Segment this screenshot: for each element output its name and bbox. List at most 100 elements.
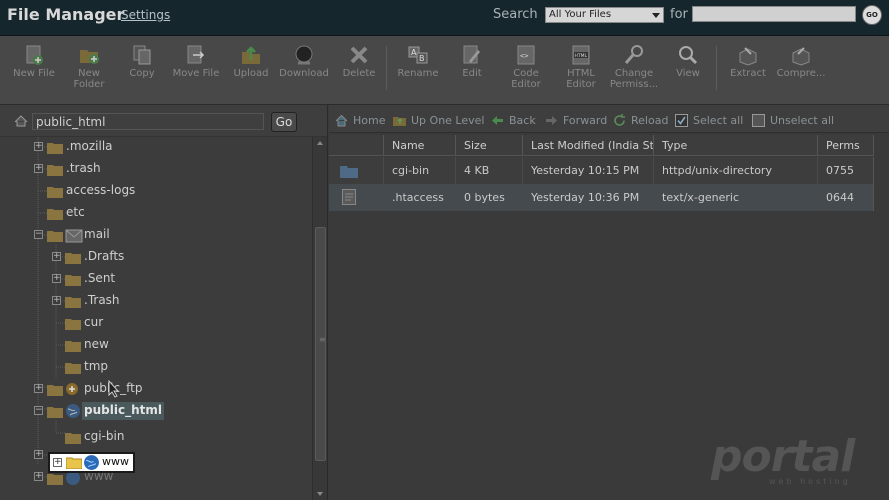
expand-toggle[interactable]: + (34, 450, 43, 459)
table-row[interactable]: cgi-bin 4 KB Yesterday 10:15 PM httpd/un… (329, 157, 874, 184)
new-file-button[interactable]: New File (10, 44, 58, 79)
new-file-icon (26, 45, 43, 65)
rename-button[interactable]: AB Rename (396, 44, 440, 79)
table-cell-perms[interactable]: 0644 (818, 184, 874, 211)
for-label: for (670, 7, 688, 22)
tree-item-etc[interactable]: etc (66, 205, 85, 223)
column-header-size[interactable]: Size (456, 135, 523, 156)
tree-item-drafts[interactable]: .Drafts (84, 249, 124, 267)
permissions-icon (624, 45, 643, 64)
toolbar-label: Rename (397, 68, 439, 79)
tree-item-cgi-bin[interactable]: cgi-bin (84, 429, 124, 447)
table-cell-perms[interactable]: 0755 (818, 157, 874, 184)
toolbar-label: Code Editor (511, 68, 541, 90)
upload-button[interactable]: Upload (231, 44, 271, 79)
search-input[interactable] (692, 6, 856, 22)
move-file-button[interactable]: Move File (170, 44, 222, 79)
globe-icon (84, 455, 99, 470)
column-header-name[interactable]: Name (384, 135, 456, 156)
table-row[interactable]: .htaccess 0 bytes Yesterday 10:36 PM tex… (329, 184, 874, 211)
tree-item-cur[interactable]: cur (84, 315, 103, 333)
column-header-perms[interactable]: Perms (818, 135, 874, 156)
text-file-icon (342, 189, 356, 205)
unselect-all-button[interactable]: Unselect all (752, 114, 834, 127)
unselect-all-label: Unselect all (770, 114, 835, 127)
scrollbar-thumb[interactable]: ≡ (315, 227, 326, 461)
expand-toggle[interactable]: + (34, 384, 43, 393)
view-button[interactable]: View (670, 44, 706, 79)
rename-icon: AB (408, 46, 428, 64)
table-cell-type: httpd/unix-directory (654, 157, 818, 184)
column-header-type[interactable]: Type (654, 135, 818, 156)
back-button[interactable]: Back (491, 114, 536, 127)
tree-item-trash[interactable]: .trash (66, 161, 101, 179)
table-cell-name[interactable]: cgi-bin (384, 157, 456, 184)
globe-icon (66, 404, 80, 418)
new-folder-icon (80, 50, 99, 64)
up-one-level-button[interactable]: Up One Level (393, 114, 484, 127)
extract-button[interactable]: Extract (726, 44, 770, 79)
tree-item-new[interactable]: new (84, 337, 109, 355)
reload-label: Reload (631, 114, 669, 127)
expand-toggle[interactable]: + (34, 472, 43, 481)
collapse-toggle[interactable]: − (34, 406, 43, 415)
collapse-toggle[interactable]: − (34, 230, 43, 239)
toolbar: New File New Folder Copy Move File Uploa… (0, 36, 889, 105)
tree-item-mozilla[interactable]: .mozilla (66, 139, 113, 157)
delete-button[interactable]: Delete (340, 44, 378, 79)
tree-item-trash-mail[interactable]: .Trash (84, 293, 120, 311)
search-scope-select[interactable]: All Your Files (545, 7, 664, 23)
watermark-brand: portal (711, 431, 855, 482)
download-button[interactable]: Download (278, 44, 330, 79)
compress-button[interactable]: Compre... (776, 44, 826, 79)
table-cell-name[interactable]: .htaccess (384, 184, 456, 211)
folder-icon (65, 253, 81, 264)
tree-item-sent[interactable]: .Sent (84, 271, 115, 289)
path-go-button[interactable]: Go (271, 112, 297, 132)
svg-text:A: A (411, 48, 417, 57)
reload-button[interactable]: Reload (613, 114, 668, 127)
search-go-button[interactable]: GO (862, 5, 882, 25)
tree-item-mail[interactable]: mail (84, 227, 110, 245)
svg-text:<>: <> (520, 52, 528, 60)
mail-icon (65, 229, 83, 243)
scroll-up-icon[interactable] (317, 141, 323, 145)
expand-toggle[interactable]: + (53, 458, 62, 467)
scroll-down-icon[interactable] (317, 492, 323, 496)
home-nav-button[interactable]: Home (335, 114, 385, 127)
home-icon[interactable] (14, 115, 28, 127)
settings-link[interactable]: Settings (121, 8, 170, 22)
app-title: File Manager (7, 5, 125, 24)
toolbar-label: Delete (342, 68, 376, 79)
tree-item-tmp[interactable]: tmp (84, 359, 108, 377)
toolbar-label: View (676, 68, 700, 79)
folder-icon (66, 457, 82, 469)
expand-toggle[interactable]: + (52, 274, 61, 283)
expand-toggle[interactable]: + (52, 252, 61, 261)
select-all-button[interactable]: Select all (675, 114, 743, 127)
file-manager-window: File Manager Settings Search All Your Fi… (0, 0, 889, 500)
new-folder-button[interactable]: New Folder (66, 44, 112, 90)
copy-button[interactable]: Copy (123, 44, 161, 79)
expand-toggle[interactable]: + (52, 296, 61, 305)
toolbar-label: New Folder (73, 68, 105, 90)
code-editor-button[interactable]: <> Code Editor (504, 44, 548, 90)
column-header-modified[interactable]: Last Modified (India Standard Time) (523, 135, 654, 156)
edit-icon (463, 45, 480, 64)
watermark-logo: portal web hosting (711, 431, 861, 491)
tree-item-access-logs[interactable]: access-logs (66, 183, 135, 201)
toolbar-divider (386, 46, 387, 90)
tree-item-www[interactable]: www (102, 455, 129, 468)
toolbar-label: New File (13, 68, 55, 79)
path-input[interactable]: public_html (32, 113, 264, 130)
tree-item-public-html[interactable]: public_html (82, 402, 164, 420)
html-editor-button[interactable]: HTML HTML Editor (559, 44, 603, 90)
forward-button[interactable]: Forward (545, 114, 607, 127)
expand-toggle[interactable]: + (34, 164, 43, 173)
change-permissions-button[interactable]: Change Permiss... (608, 44, 660, 90)
tree-scrollbar[interactable]: ≡ (312, 137, 327, 500)
table-cell-icon (329, 157, 384, 184)
edit-button[interactable]: Edit (453, 44, 491, 79)
expand-toggle[interactable]: + (34, 142, 43, 151)
tree-item-www-highlight[interactable]: + www (48, 452, 135, 473)
